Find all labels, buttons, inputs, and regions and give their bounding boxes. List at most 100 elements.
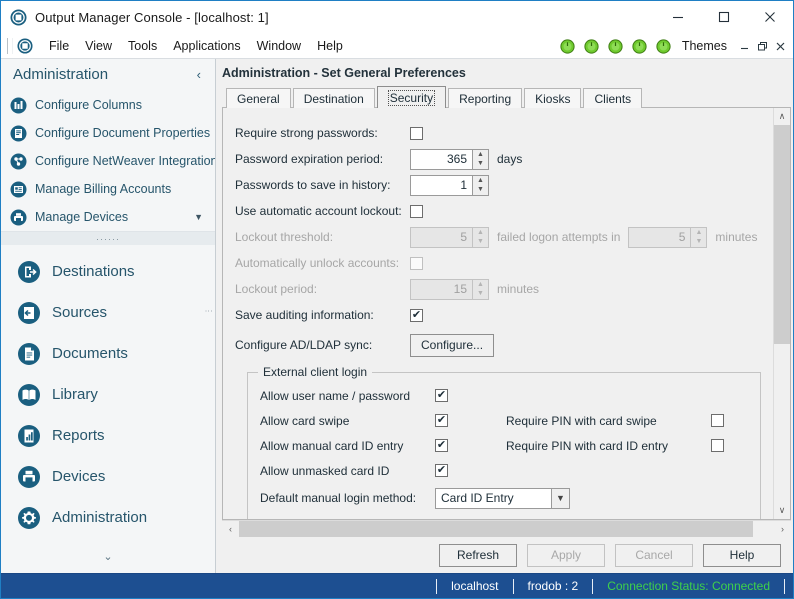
tab-general[interactable]: General [226,88,291,108]
tab-reporting[interactable]: Reporting [448,88,523,108]
menu-item-help[interactable]: Help [309,36,351,56]
sidebar-item-configure-columns[interactable]: Configure Columns [1,91,215,119]
menu-item-tools[interactable]: Tools [120,36,165,56]
row-allow-unmasked-card-id: Allow unmasked card ID ✔ [260,458,748,483]
lockout-threshold-middle-text: failed logon attempts in [497,230,621,244]
menu-grip-handle[interactable] [7,37,13,54]
refresh-button[interactable]: Refresh [439,543,517,567]
default-login-method-select[interactable]: Card ID Entry ▼ [435,487,570,509]
password-expiration-stepper[interactable]: ▲ ▼ [410,148,489,170]
scroll-up-icon[interactable]: ∧ [774,108,790,125]
sidebar-resize-handle[interactable]: ······ [1,231,215,245]
sidebar-sub-items: Configure Columns Configure Document Pro… [1,89,215,231]
stepper-down-icon[interactable]: ▼ [473,185,488,195]
status-led-icon[interactable] [628,38,652,54]
sidebar-header: Administration ‹ [1,59,215,89]
allow-manual-card-id-checkbox[interactable]: ✔ [435,439,448,452]
scroll-right-icon[interactable]: › [774,521,791,537]
vertical-scrollbar[interactable]: ∧ ∨ [773,108,790,519]
sidebar-item-manage-devices[interactable]: Manage Devices ▼ [1,203,215,231]
lockout-period-unit: minutes [497,282,540,296]
status-led-icon[interactable] [604,38,628,54]
sidebar-item-destinations[interactable]: Destinations [1,251,215,292]
menu-item-view[interactable]: View [77,36,120,56]
chevron-down-icon[interactable]: ▼ [194,212,203,222]
vscroll-thumb[interactable] [774,125,790,344]
tab-label: Security [387,89,436,106]
menu-item-file[interactable]: File [41,36,77,56]
passwords-history-input[interactable] [410,174,472,196]
security-form: Require strong passwords: Password expir… [223,108,773,519]
scroll-left-icon[interactable]: ‹ [222,521,239,537]
use-automatic-lockout-checkbox[interactable] [410,204,423,218]
configure-button[interactable]: Configure... [410,333,495,357]
mdi-restore-icon[interactable] [753,36,771,56]
themes-label[interactable]: Themes [682,39,727,53]
require-pin-card-id-checkbox[interactable] [711,439,724,452]
tab-security[interactable]: Security [376,86,447,108]
sidebar-item-devices[interactable]: Devices [1,456,215,497]
stepper-up-icon[interactable]: ▲ [473,150,488,160]
mdi-minimize-icon[interactable] [735,36,753,56]
sidebar-item-label: Configure Document Properties [35,126,211,140]
status-led-icon[interactable] [556,38,580,54]
tab-kiosks[interactable]: Kiosks [524,88,582,108]
stepper-down-icon[interactable]: ▼ [473,159,488,169]
help-button[interactable]: Help [703,543,781,567]
hscroll-track[interactable] [239,521,774,537]
require-pin-card-swipe-group: Require PIN with card swipe [506,414,724,428]
sidebar-item-sources[interactable]: Sources [1,292,215,333]
sidebar-item-configure-document-properties[interactable]: Configure Document Properties [1,119,215,147]
close-icon[interactable] [747,1,793,33]
chevron-down-icon[interactable]: ▼ [551,488,569,508]
app-circle-icon [17,37,33,54]
sidebar-item-documents[interactable]: Documents [1,333,215,374]
hscroll-thumb[interactable] [239,521,753,537]
maximize-icon[interactable] [701,1,747,33]
vscroll-track[interactable] [774,125,790,502]
field-label: Allow card swipe [260,413,350,428]
sidebar-item-reports[interactable]: Reports [1,415,215,456]
document-properties-icon [10,125,27,142]
tab-clients[interactable]: Clients [583,88,643,108]
chevron-left-icon[interactable]: ‹ [193,65,205,84]
title-bar: Output Manager Console - [localhost: 1] [1,1,793,33]
menu-item-window[interactable]: Window [249,36,309,56]
status-led-icon[interactable] [652,38,676,54]
require-pin-card-swipe-checkbox[interactable] [711,414,724,427]
sidebar-item-manage-billing-accounts[interactable]: Manage Billing Accounts [1,175,215,203]
passwords-history-stepper[interactable]: ▲ ▼ [410,174,489,196]
app-circle-icon [10,9,27,26]
status-led-icon[interactable] [580,38,604,54]
stepper-buttons[interactable]: ▲ ▼ [472,174,489,196]
sidebar-splitter-dots[interactable]: ⋮ [204,307,213,316]
sources-icon [17,301,41,325]
sidebar-expand-down-icon[interactable]: ⌄ [1,539,215,573]
row-allow-card-swipe: Allow card swipe ✔ Require PIN with card… [260,408,748,433]
sidebar-item-label: Documents [52,345,128,362]
mdi-close-icon[interactable] [771,36,789,56]
horizontal-scrollbar[interactable]: ‹ › [222,520,791,537]
stepper-buttons[interactable]: ▲ ▼ [472,148,489,170]
save-auditing-checkbox[interactable]: ✔ [410,308,423,322]
sidebar-item-library[interactable]: Library [1,374,215,415]
scroll-down-icon[interactable]: ∨ [774,502,790,519]
allow-unmasked-card-id-checkbox[interactable]: ✔ [435,464,448,477]
stepper-up-icon[interactable]: ▲ [473,176,488,186]
tab-label: Reporting [459,91,512,106]
sidebar-item-configure-netweaver-integration[interactable]: Configure NetWeaver Integration [1,147,215,175]
sidebar-item-administration[interactable]: Administration [1,497,215,538]
password-expiration-input[interactable] [410,148,472,170]
require-strong-passwords-checkbox[interactable] [410,126,423,140]
sidebar-main-items: Destinations Sources Documents Library R… [1,245,215,538]
application-window: Output Manager Console - [localhost: 1] … [0,0,794,599]
administration-gear-icon [17,506,41,530]
menu-item-applications[interactable]: Applications [165,36,248,56]
external-client-login-group: External client login Allow user name / … [247,365,761,519]
field-label: Require PIN with card swipe [506,413,657,428]
allow-card-swipe-checkbox[interactable]: ✔ [435,414,448,427]
minimize-icon[interactable] [655,1,701,33]
tab-destination[interactable]: Destination [292,88,375,108]
allow-username-password-checkbox[interactable]: ✔ [435,389,448,402]
row-lockout-period: Lockout period: ▲ ▼ minutes [235,276,773,302]
